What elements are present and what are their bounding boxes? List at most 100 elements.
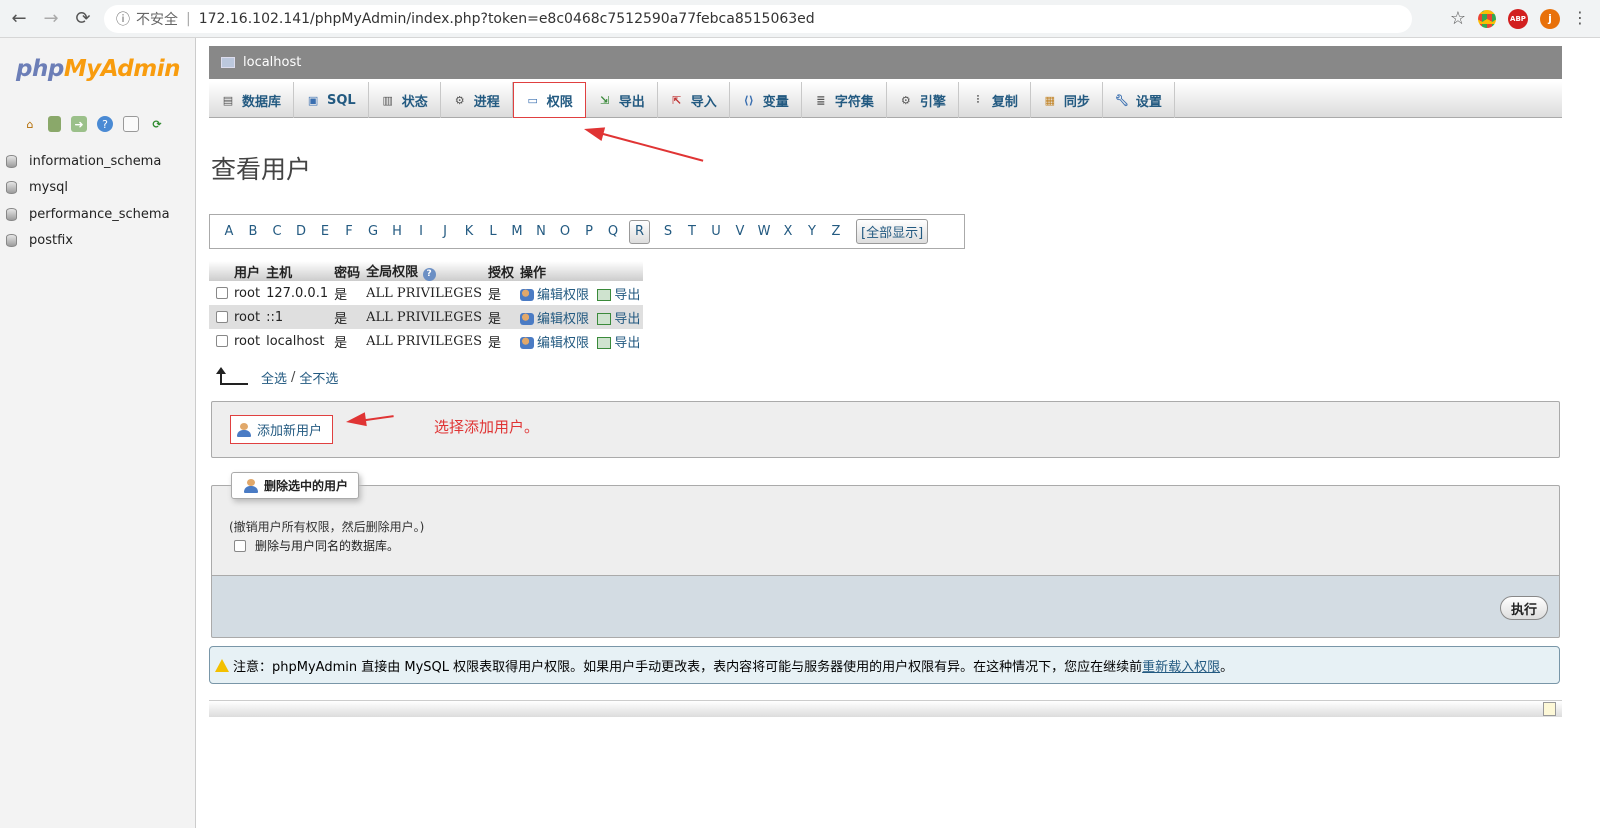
initial-f[interactable]: F: [337, 224, 361, 239]
console-bar[interactable]: [209, 700, 1562, 717]
help-icon[interactable]: ?: [97, 116, 113, 132]
initial-x[interactable]: X: [776, 224, 800, 239]
forward-icon[interactable]: →: [38, 6, 64, 32]
user-cell: root: [231, 329, 264, 353]
initial-p[interactable]: P: [577, 224, 601, 239]
add-user-button[interactable]: 添加新用户: [230, 415, 334, 444]
phpmyadmin-logo[interactable]: phpMyAdmin: [16, 56, 180, 82]
edit-privileges-link[interactable]: 编辑权限: [537, 336, 589, 351]
profile-avatar[interactable]: j: [1540, 8, 1560, 29]
initial-o[interactable]: O: [553, 224, 577, 239]
export-link[interactable]: 导出: [614, 336, 640, 351]
tab-databases[interactable]: ▤ 数据库: [209, 82, 295, 118]
database-name[interactable]: information_schema: [29, 154, 161, 169]
database-item[interactable]: performance_schema: [6, 201, 170, 228]
initial-j[interactable]: J: [433, 224, 457, 239]
initial-b[interactable]: B: [241, 224, 265, 239]
process-icon: ⚙: [454, 93, 465, 107]
server-name[interactable]: localhost: [243, 55, 301, 70]
tab-status[interactable]: ▥ 状态: [369, 82, 441, 118]
row-checkbox[interactable]: [216, 311, 228, 323]
reload-icon[interactable]: ⟳: [70, 6, 96, 32]
show-all-button[interactable]: [全部显示]: [856, 219, 929, 244]
tab-replication[interactable]: ⫶ 复制: [959, 82, 1031, 118]
initial-e[interactable]: E: [313, 224, 337, 239]
initial-h[interactable]: H: [385, 224, 409, 239]
initial-u[interactable]: U: [704, 224, 728, 239]
initial-d[interactable]: D: [289, 224, 313, 239]
initial-v[interactable]: V: [728, 224, 752, 239]
tab-variables[interactable]: ⟨⟩ 变量: [730, 82, 802, 118]
export-link[interactable]: 导出: [614, 312, 640, 327]
tab-sql[interactable]: ▣ SQL: [294, 82, 369, 118]
row-checkbox[interactable]: [216, 335, 228, 347]
browser-menu-icon[interactable]: ⋮: [1572, 8, 1588, 27]
logout-icon[interactable]: ➜: [71, 116, 87, 132]
home-icon[interactable]: ⌂: [22, 116, 38, 132]
charset-icon: ≣: [816, 93, 826, 107]
tab-import[interactable]: ⇱ 导入: [658, 82, 730, 118]
initial-a[interactable]: A: [217, 224, 241, 239]
initial-g[interactable]: G: [361, 224, 385, 239]
unselect-all-link[interactable]: 全不选: [299, 368, 338, 387]
column-header-password[interactable]: 密码: [331, 261, 364, 281]
initial-t[interactable]: T: [680, 224, 704, 239]
info-icon[interactable]: ⓘ: [116, 9, 130, 29]
edit-privileges-icon: [520, 313, 535, 325]
database-item[interactable]: postfix: [6, 228, 170, 255]
initial-c[interactable]: C: [265, 224, 289, 239]
status-icon: ▥: [382, 93, 393, 107]
initial-n[interactable]: N: [529, 224, 553, 239]
initial-k[interactable]: K: [457, 224, 481, 239]
annotation-arrow-line: [591, 130, 704, 162]
database-name[interactable]: mysql: [29, 180, 68, 195]
add-user-label: 添加新用户: [257, 424, 323, 439]
docs-icon[interactable]: [123, 116, 139, 132]
database-item[interactable]: mysql: [6, 175, 170, 202]
initial-m[interactable]: M: [505, 224, 529, 239]
initial-z[interactable]: Z: [824, 224, 848, 239]
row-checkbox[interactable]: [216, 287, 228, 299]
bookmark-star-icon[interactable]: ☆: [1450, 8, 1466, 29]
reload-privileges-link[interactable]: 重新载入权限: [1142, 656, 1220, 675]
drop-database-checkbox[interactable]: [234, 539, 246, 552]
go-button[interactable]: 执行: [1499, 596, 1548, 620]
initial-w[interactable]: W: [752, 224, 776, 239]
adblock-plus-icon[interactable]: ABP: [1508, 8, 1528, 29]
edit-privileges-link[interactable]: 编辑权限: [537, 312, 589, 327]
column-header-user[interactable]: 用户: [231, 261, 264, 281]
database-item[interactable]: information_schema: [6, 148, 170, 175]
address-bar[interactable]: ⓘ 不安全 | 172.16.102.141/phpMyAdmin/index.…: [104, 5, 1412, 33]
database-name[interactable]: performance_schema: [29, 207, 170, 222]
tab-processes[interactable]: ⚙ 进程: [441, 82, 513, 118]
tab-settings[interactable]: 🔧︎ 设置: [1103, 82, 1175, 118]
console-icon[interactable]: [1543, 702, 1556, 716]
initial-r[interactable]: R: [629, 219, 650, 244]
back-icon[interactable]: ←: [6, 6, 32, 32]
chrome-extension-icon[interactable]: [1478, 9, 1496, 28]
tab-engines[interactable]: ⚙ 引擎: [887, 82, 959, 118]
initial-i[interactable]: I: [409, 224, 433, 239]
column-header-global-privileges: 全局权限 ?: [363, 261, 486, 281]
tab-charsets[interactable]: ≣ 字符集: [802, 82, 887, 118]
tab-export[interactable]: ⇲ 导出: [586, 82, 658, 118]
edit-privileges-link[interactable]: 编辑权限: [537, 288, 589, 303]
column-header-grant[interactable]: 授权: [485, 261, 518, 281]
initial-y[interactable]: Y: [800, 224, 824, 239]
select-all-link[interactable]: 全选: [261, 368, 287, 387]
tab-sync[interactable]: ▦ 同步: [1031, 82, 1103, 118]
delete-user-icon: [244, 478, 258, 493]
initial-l[interactable]: L: [481, 224, 505, 239]
drop-database-label[interactable]: 删除与用户同名的数据库。: [255, 537, 399, 554]
initial-q[interactable]: Q: [601, 224, 625, 239]
initial-s[interactable]: S: [656, 224, 680, 239]
page-title: 查看用户: [211, 155, 312, 184]
reload-icon[interactable]: ⟳: [149, 116, 165, 132]
tab-privileges[interactable]: ▭ 权限: [512, 82, 586, 118]
help-icon[interactable]: ?: [422, 268, 436, 281]
database-name[interactable]: postfix: [29, 233, 73, 248]
sql-window-icon[interactable]: [48, 116, 61, 132]
column-header-host[interactable]: 主机: [263, 261, 332, 281]
database-icon: ▤: [222, 93, 234, 107]
export-link[interactable]: 导出: [614, 288, 640, 303]
